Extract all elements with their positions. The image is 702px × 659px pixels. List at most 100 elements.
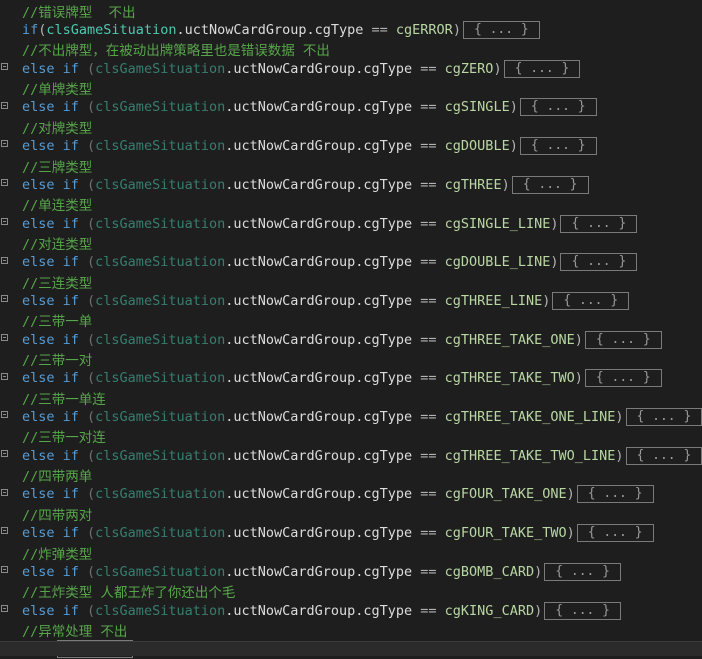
- collapsed-block-marker[interactable]: { ... }: [552, 292, 629, 310]
- code-paren: (: [79, 332, 95, 348]
- code-operator: ==: [412, 486, 445, 502]
- comment-line[interactable]: //三连类型: [0, 272, 702, 291]
- collapsed-block-marker[interactable]: { ... }: [520, 137, 597, 155]
- fold-toggle-icon[interactable]: [1, 411, 8, 418]
- fold-toggle-icon[interactable]: [1, 450, 8, 457]
- code-paren: ): [453, 22, 461, 38]
- collapsed-block-marker[interactable]: { ... }: [585, 369, 662, 387]
- code-class-name: clsGameSituation: [95, 293, 225, 309]
- collapsed-block-marker[interactable]: { ... }: [520, 98, 597, 116]
- collapsed-block-marker[interactable]: { ... }: [577, 524, 654, 542]
- fold-toggle-icon[interactable]: [1, 295, 8, 302]
- fold-toggle-icon[interactable]: [1, 140, 8, 147]
- code-paren: (: [79, 448, 95, 464]
- fold-toggle-icon[interactable]: [1, 605, 8, 612]
- comment-line[interactable]: //三带一对: [0, 349, 702, 368]
- code-comment: //对牌类型: [22, 117, 92, 137]
- code-line[interactable]: else if (clsGameSituation.uctNowCardGrou…: [0, 601, 702, 620]
- comment-line[interactable]: //异常处理 不出: [0, 620, 702, 639]
- fold-toggle-icon[interactable]: [1, 373, 8, 380]
- collapsed-block-marker[interactable]: { ... }: [544, 602, 621, 620]
- code-line[interactable]: else if (clsGameSituation.uctNowCardGrou…: [0, 136, 702, 155]
- code-line[interactable]: else if (clsGameSituation.uctNowCardGrou…: [0, 59, 702, 78]
- collapsed-block-marker[interactable]: { ... }: [560, 215, 637, 233]
- code-enum-value: cgDOUBLE_LINE: [445, 254, 551, 270]
- code-comment: //不出牌型，在被动出牌策略里也是错误数据 不出: [22, 39, 330, 59]
- code-line[interactable]: if(clsGameSituation.uctNowCardGroup.cgTy…: [0, 20, 702, 39]
- code-paren: ): [550, 216, 558, 232]
- code-comment: //单连类型: [22, 194, 92, 214]
- comment-line[interactable]: //不出牌型，在被动出牌策略里也是错误数据 不出: [0, 40, 702, 59]
- code-keyword: else if: [22, 293, 79, 309]
- comment-line[interactable]: //三带一单: [0, 311, 702, 330]
- code-class-name: clsGameSituation: [95, 254, 225, 270]
- collapsed-block-marker[interactable]: { ... }: [544, 563, 621, 581]
- code-comment: //三牌类型: [22, 156, 92, 176]
- code-paren: ): [615, 409, 623, 425]
- code-line[interactable]: else if (clsGameSituation.uctNowCardGrou…: [0, 407, 702, 426]
- comment-line[interactable]: //三带一对连: [0, 427, 702, 446]
- collapsed-block-marker[interactable]: { ... }: [512, 176, 589, 194]
- code-line[interactable]: else if (clsGameSituation.uctNowCardGrou…: [0, 369, 702, 388]
- code-line[interactable]: else if (clsGameSituation.uctNowCardGrou…: [0, 523, 702, 542]
- horizontal-scrollbar[interactable]: [0, 641, 702, 656]
- code-line[interactable]: else if (clsGameSituation.uctNowCardGrou…: [0, 175, 702, 194]
- code-class-name: clsGameSituation: [95, 332, 225, 348]
- code-paren: ): [567, 525, 575, 541]
- code-line[interactable]: else if (clsGameSituation.uctNowCardGrou…: [0, 446, 702, 465]
- code-member-access: .uctNowCardGroup.cgType: [225, 254, 412, 270]
- comment-line[interactable]: //四带两单: [0, 465, 702, 484]
- code-keyword: else if: [22, 564, 79, 580]
- code-paren: (: [79, 293, 95, 309]
- collapsed-block-marker[interactable]: { ... }: [626, 408, 702, 426]
- collapsed-block-marker[interactable]: { ... }: [626, 447, 702, 465]
- code-enum-value: cgDOUBLE: [445, 138, 510, 154]
- comment-line[interactable]: //错误牌型 不出: [0, 1, 702, 20]
- code-operator: ==: [412, 564, 445, 580]
- comment-line[interactable]: //单牌类型: [0, 78, 702, 97]
- collapsed-block-marker[interactable]: { ... }: [577, 485, 654, 503]
- code-line[interactable]: else if (clsGameSituation.uctNowCardGrou…: [0, 485, 702, 504]
- comment-line[interactable]: //炸弹类型: [0, 543, 702, 562]
- collapsed-block-marker[interactable]: { ... }: [463, 21, 540, 39]
- code-comment: //三带一对连: [22, 426, 106, 446]
- fold-toggle-icon[interactable]: [1, 489, 8, 496]
- comment-line[interactable]: //四带两对: [0, 504, 702, 523]
- collapsed-block-marker[interactable]: { ... }: [585, 331, 662, 349]
- code-paren: ): [502, 177, 510, 193]
- comment-line[interactable]: //对牌类型: [0, 117, 702, 136]
- code-line[interactable]: else if (clsGameSituation.uctNowCardGrou…: [0, 253, 702, 272]
- code-member-access: .uctNowCardGroup.cgType: [225, 216, 412, 232]
- comment-line[interactable]: //王炸类型 人都王炸了你还出个毛: [0, 582, 702, 601]
- code-enum-value: cgTHREE_TAKE_TWO_LINE: [445, 448, 616, 464]
- code-line[interactable]: else if (clsGameSituation.uctNowCardGrou…: [0, 291, 702, 310]
- code-line[interactable]: else if (clsGameSituation.uctNowCardGrou…: [0, 562, 702, 581]
- code-line[interactable]: else if (clsGameSituation.uctNowCardGrou…: [0, 214, 702, 233]
- code-editor[interactable]: //错误牌型 不出if(clsGameSituation.uctNowCardG…: [0, 0, 702, 656]
- fold-toggle-icon[interactable]: [1, 334, 8, 341]
- collapsed-block-marker[interactable]: { ... }: [560, 253, 637, 271]
- code-operator: ==: [412, 293, 445, 309]
- comment-line[interactable]: //单连类型: [0, 195, 702, 214]
- collapsed-block-marker[interactable]: { ... }: [504, 60, 581, 78]
- code-operator: ==: [412, 370, 445, 386]
- fold-toggle-icon[interactable]: [1, 63, 8, 70]
- fold-toggle-icon[interactable]: [1, 102, 8, 109]
- code-member-access: .uctNowCardGroup.cgType: [225, 332, 412, 348]
- comment-line[interactable]: //三带一单连: [0, 388, 702, 407]
- code-enum-value: cgZERO: [445, 61, 494, 77]
- comment-line[interactable]: //三牌类型: [0, 156, 702, 175]
- fold-toggle-icon[interactable]: [1, 179, 8, 186]
- code-member-access: .uctNowCardGroup.cgType: [225, 564, 412, 580]
- comment-line[interactable]: //对连类型: [0, 233, 702, 252]
- fold-toggle-icon[interactable]: [1, 527, 8, 534]
- fold-toggle-icon[interactable]: [1, 218, 8, 225]
- code-paren: ): [510, 138, 518, 154]
- code-line[interactable]: else if (clsGameSituation.uctNowCardGrou…: [0, 98, 702, 117]
- code-class-name: clsGameSituation: [95, 138, 225, 154]
- fold-toggle-icon[interactable]: [1, 257, 8, 264]
- code-paren: ): [615, 448, 623, 464]
- code-enum-value: cgTHREE_TAKE_ONE_LINE: [445, 409, 616, 425]
- fold-toggle-icon[interactable]: [1, 566, 8, 573]
- code-line[interactable]: else if (clsGameSituation.uctNowCardGrou…: [0, 330, 702, 349]
